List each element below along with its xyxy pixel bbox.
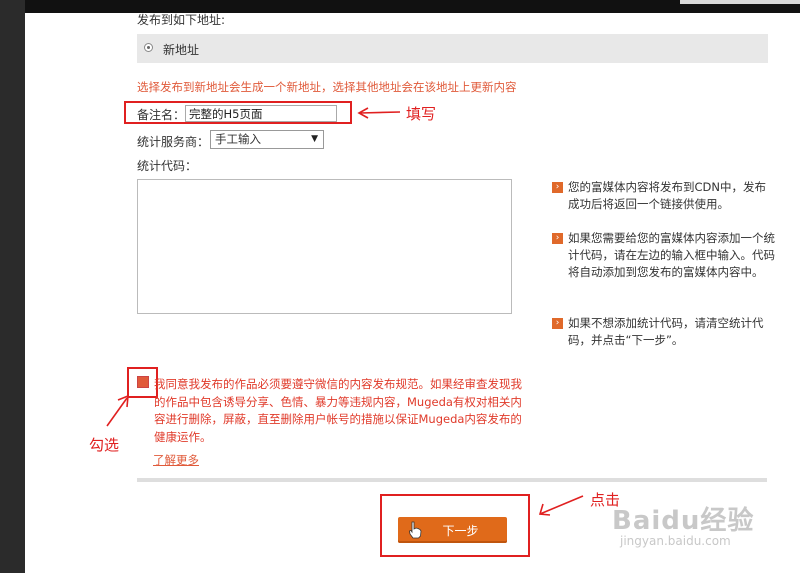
publish-notice: 选择发布到新地址会生成一个新地址，选择其他地址会在该地址上更新内容 [137,80,517,94]
tip-item: › 如果您需要给您的富媒体内容添加一个统计代码，请在左边的输入框中输入。代码将自… [552,230,777,281]
top-bar-highlight [680,0,800,4]
window-left-bar [0,0,25,573]
tip-text: 如果不想添加统计代码，请清空统计代码，并点击“下一步”。 [568,316,764,347]
tip-text: 您的富媒体内容将发布到CDN中，发布成功后将返回一个链接供使用。 [568,180,766,211]
arrow-bullet-icon: › [552,182,563,193]
next-highlight-box [380,494,530,557]
window-top-bar [0,0,800,13]
section-title: 发布到如下地址: [137,13,226,27]
arrow-bullet-icon: › [552,318,563,329]
address-radio[interactable] [144,43,153,52]
tip-item: › 您的富媒体内容将发布到CDN中，发布成功后将返回一个链接供使用。 [552,179,777,213]
stats-provider-select[interactable]: 手工输入 ▼ [210,130,324,149]
learn-more-link[interactable]: 了解更多 [153,452,199,468]
address-option-row[interactable]: 新地址 [137,34,768,63]
watermark-url: jingyan.baidu.com [620,534,731,548]
arrow-check-icon [106,394,129,427]
address-option-label: 新地址 [163,43,200,57]
chevron-down-icon: ▼ [311,134,318,144]
annotation-check: 勾选 [89,436,120,454]
arrow-fill-icon [357,107,401,119]
watermark-brand: Baidu经验 [612,506,755,536]
annotation-fill: 填写 [406,105,437,123]
tip-item: › 如果不想添加统计代码，请清空统计代码，并点击“下一步”。 [552,315,777,349]
section-divider [137,478,767,482]
arrow-bullet-icon: › [552,233,563,244]
remark-highlight-box [124,101,352,124]
arrow-click-icon [538,495,584,516]
agreement-text: 我同意我发布的作品必须要遵守微信的内容发布规范。如果经审查发现我的作品中包含诱导… [154,377,522,444]
tip-text: 如果您需要给您的富媒体内容添加一个统计代码，请在左边的输入框中输入。代码将自动添… [568,231,775,279]
stats-code-label: 统计代码： [137,159,198,173]
stats-code-textarea[interactable] [137,179,512,314]
stats-provider-value: 手工输入 [215,132,261,146]
stats-provider-label: 统计服务商： [137,135,210,149]
